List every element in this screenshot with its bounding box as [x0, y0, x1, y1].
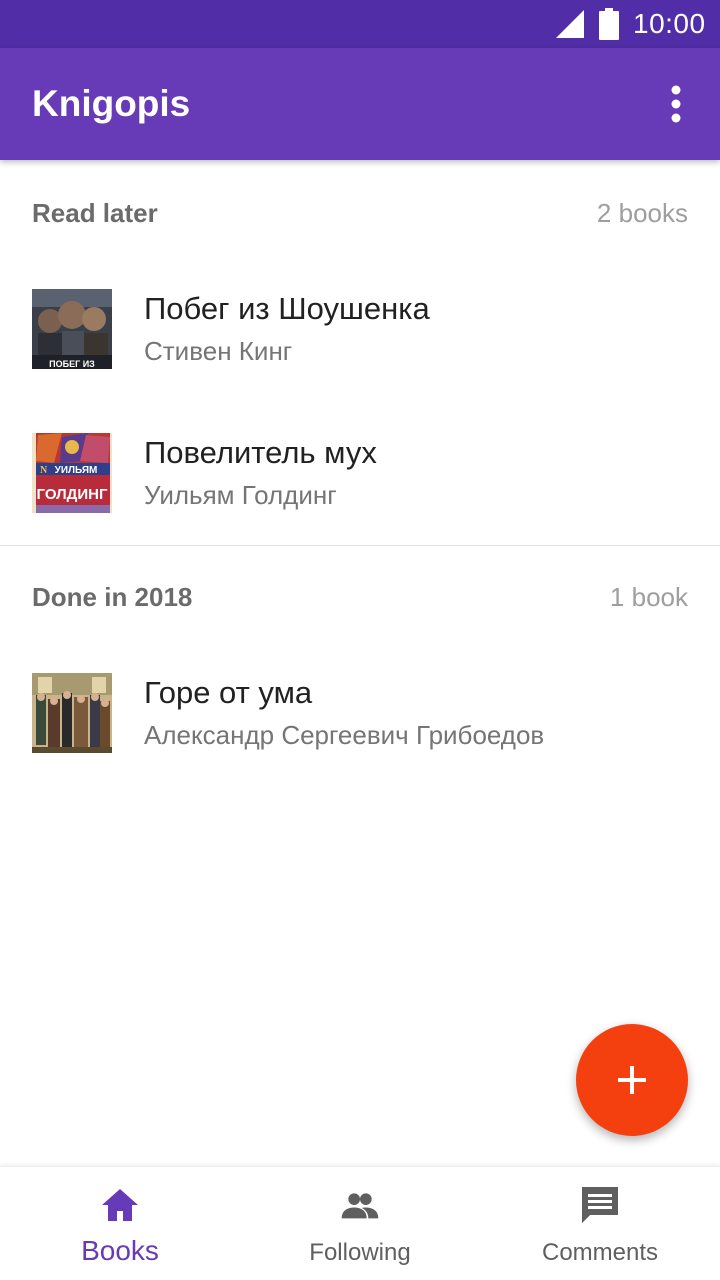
svg-text:ГОЛДИНГ: ГОЛДИНГ: [37, 486, 108, 503]
people-icon: [341, 1193, 379, 1219]
nav-label: Books: [81, 1235, 159, 1266]
nav-item-following[interactable]: Following: [240, 1167, 480, 1280]
section-header-read-later: Read later 2 books: [0, 180, 720, 240]
book-cover: N УИЛЬЯМ ГОЛДИНГ: [32, 433, 112, 513]
add-icon: [618, 1066, 646, 1094]
home-icon: [102, 1189, 138, 1221]
book-title: Повелитель мух: [144, 435, 377, 470]
book-item[interactable]: Горе от ума Александр Сергеевич Грибоедо…: [0, 673, 720, 793]
section-header-done-2018: Done in 2018 1 book: [0, 564, 720, 624]
nav-label: Following: [309, 1239, 411, 1266]
svg-text:ПОБЕГ ИЗ: ПОБЕГ ИЗ: [49, 359, 95, 369]
add-book-fab[interactable]: [576, 1024, 688, 1136]
section-title: Done in 2018: [32, 582, 193, 612]
book-item[interactable]: ПОБЕГ ИЗ Побег из Шоушенка Стивен Кинг: [0, 289, 720, 409]
book-title: Горе от ума: [144, 675, 313, 710]
section-divider: [0, 545, 720, 546]
battery-icon: [599, 8, 619, 40]
book-title: Побег из Шоушенка: [144, 291, 430, 326]
book-author: Стивен Кинг: [144, 336, 293, 366]
book-author: Александр Сергеевич Грибоедов: [144, 720, 545, 750]
book-cover: [32, 673, 112, 753]
book-author: Уильям Голдинг: [144, 480, 337, 510]
signal-icon: [556, 10, 584, 38]
book-cover: ПОБЕГ ИЗ: [32, 289, 112, 369]
app-title: Knigopis: [32, 83, 191, 124]
nav-item-comments[interactable]: Comments: [480, 1167, 720, 1280]
svg-text:УИЛЬЯМ: УИЛЬЯМ: [55, 465, 98, 476]
comment-icon: [582, 1187, 618, 1223]
status-bar: 10:00: [0, 0, 720, 48]
svg-text:N: N: [40, 465, 48, 476]
app-bar: Knigopis: [0, 48, 720, 160]
book-item[interactable]: N УИЛЬЯМ ГОЛДИНГ Повелитель мух Уильям Г…: [0, 433, 720, 553]
bottom-navigation: Books Following Comments: [0, 1166, 720, 1280]
section-count: 1 book: [609, 582, 688, 612]
more-vert-icon[interactable]: [656, 82, 696, 126]
status-clock: 10:00: [633, 8, 706, 39]
nav-item-books[interactable]: Books: [0, 1167, 240, 1280]
section-count: 2 books: [596, 198, 688, 228]
nav-label: Comments: [541, 1239, 659, 1266]
section-title: Read later: [32, 198, 158, 228]
